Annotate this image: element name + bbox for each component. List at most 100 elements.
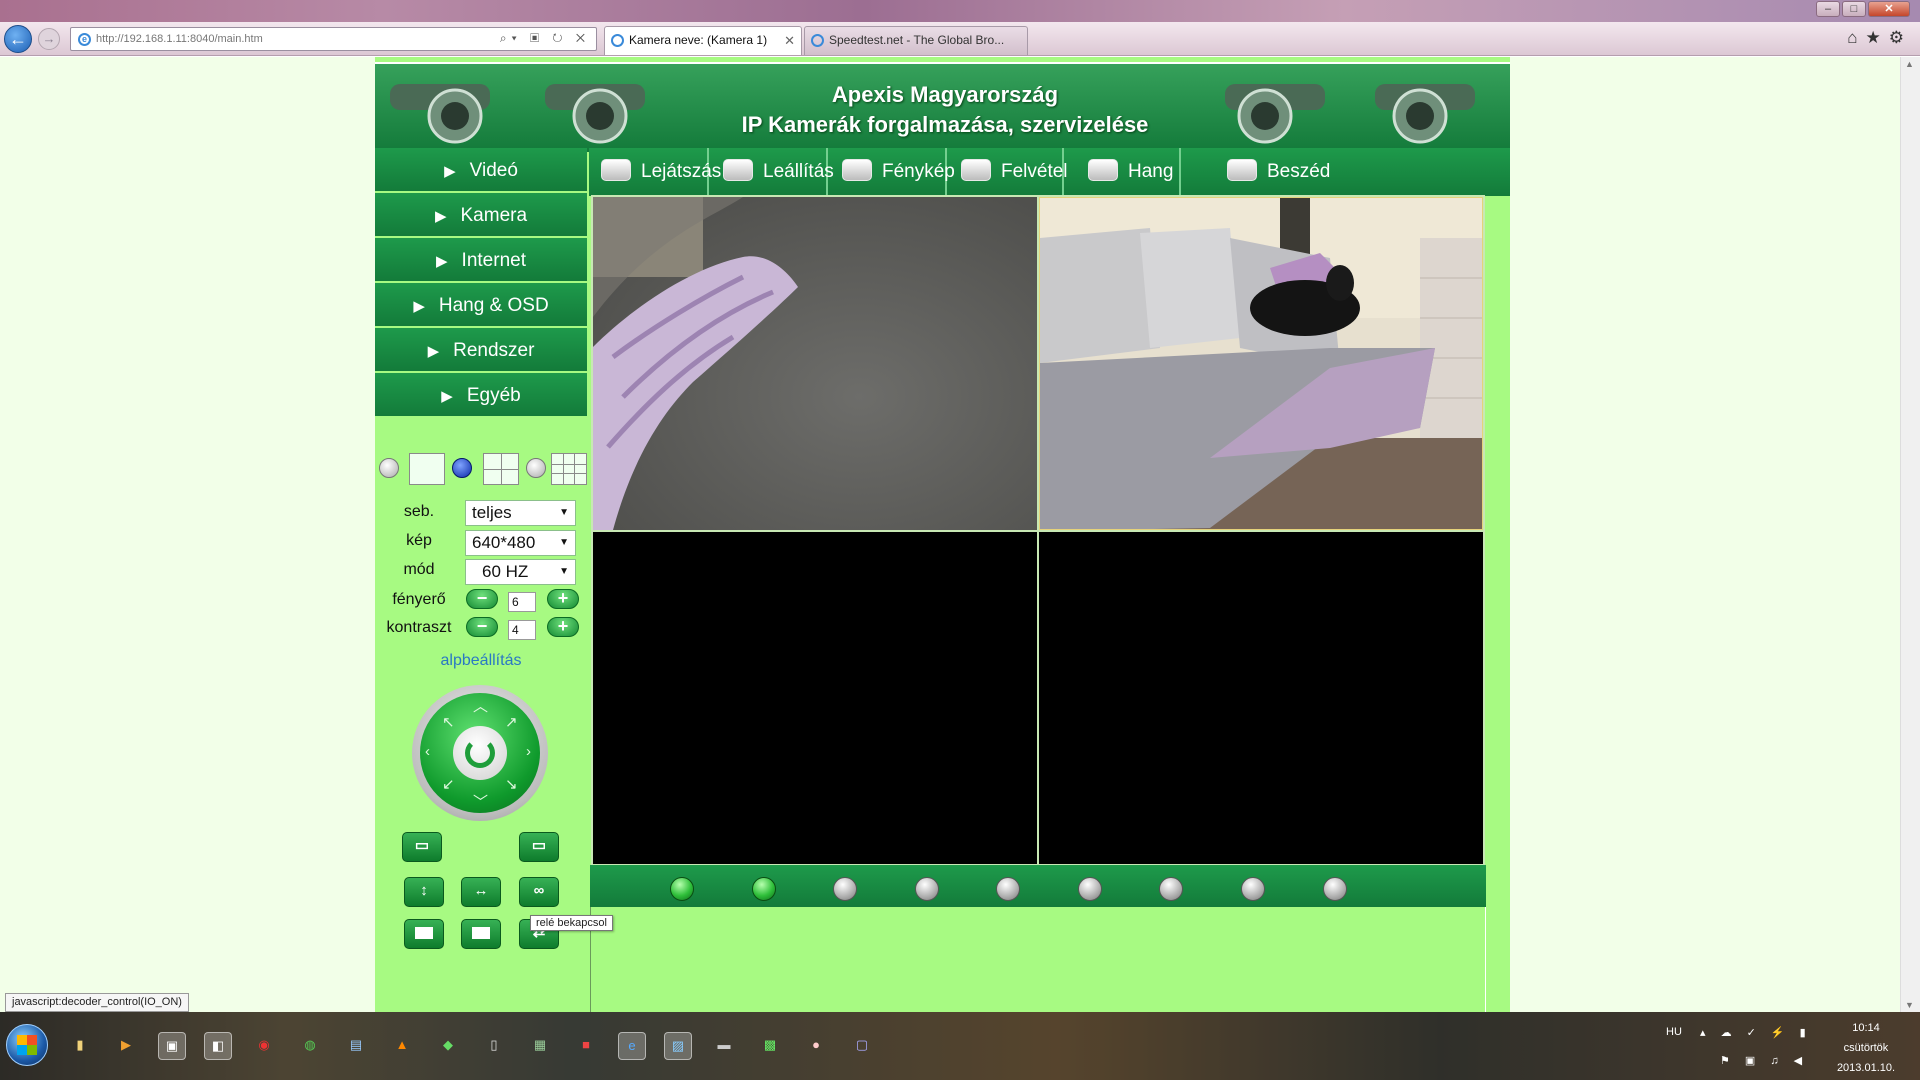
speed-select[interactable]: teljes ▼ (465, 500, 576, 526)
monitor-icon[interactable]: ▤ (342, 1032, 370, 1060)
tab-close-icon[interactable]: ✕ (784, 27, 795, 54)
address-tools[interactable]: ⌕▾ ▣ ↻ ✕ (500, 31, 590, 46)
ptz-control[interactable]: ︿ ﹀ ‹ › ↖ ↗ ↙ ↘ (412, 685, 548, 821)
folder-icon[interactable]: ▮ (66, 1032, 94, 1060)
play-button[interactable]: Lejátszás (589, 148, 721, 196)
channel-dot[interactable] (1159, 877, 1183, 901)
home-icon[interactable]: ⌂ (1847, 28, 1865, 47)
channel-dot[interactable] (1323, 877, 1347, 901)
menu-item-video[interactable]: ▶ Videó (375, 148, 587, 193)
excel-icon[interactable]: ▩ (756, 1032, 784, 1060)
resolution-select[interactable]: 640*480 ▼ (465, 530, 576, 556)
arrow-right-icon[interactable]: › (526, 743, 531, 760)
talk-button[interactable]: Beszéd (1181, 148, 1361, 196)
chrome-icon[interactable]: ◍ (296, 1032, 324, 1060)
ptz-center-button[interactable] (453, 726, 507, 780)
record-button[interactable]: Felvétel (947, 148, 1068, 196)
tray-icons-row2[interactable]: ⚑ ▣ ♫ ◀ (1720, 1054, 1808, 1067)
back-button[interactable]: ← (4, 25, 32, 53)
scroll-up-icon[interactable]: ▲ (1905, 59, 1914, 69)
horizontal-patrol-button[interactable]: ↔ (461, 877, 501, 907)
opera-icon[interactable]: ◉ (250, 1032, 278, 1060)
floppy-icon[interactable]: ▣ (158, 1032, 186, 1060)
channel-dot[interactable] (996, 877, 1020, 901)
close-window-button[interactable]: ✕ (1868, 1, 1910, 17)
document-icon[interactable]: ▯ (480, 1032, 508, 1060)
video-cell-3[interactable] (593, 532, 1037, 864)
app-icon[interactable]: ◧ (204, 1032, 232, 1060)
address-url[interactable]: http://192.168.1.11:8040/main.htm (96, 33, 263, 45)
menu-item-egyeb[interactable]: ▶ Egyéb (375, 373, 587, 418)
tool-icon[interactable]: ▬ (710, 1032, 738, 1060)
arrow-down-right-icon[interactable]: ↘ (505, 775, 518, 793)
clock[interactable]: 10:14 csütörtök 2013.01.10. (1826, 1018, 1906, 1078)
preset-right-button[interactable]: ▭ (519, 832, 559, 862)
network-icon[interactable]: ▦ (526, 1032, 554, 1060)
mode-label: mód (403, 561, 435, 578)
channel-dot[interactable] (1078, 877, 1102, 901)
favorites-star-icon[interactable]: ★ (1866, 28, 1889, 47)
menu-item-kamera[interactable]: ▶ Kamera (375, 193, 587, 238)
brightness-minus-button[interactable]: − (466, 589, 498, 609)
arrow-left-icon[interactable]: ‹ (425, 743, 430, 760)
io-off-button[interactable] (404, 919, 444, 949)
contrast-plus-button[interactable]: + (547, 617, 579, 637)
audio-button[interactable]: Hang (1064, 148, 1181, 196)
scroll-down-icon[interactable]: ▼ (1905, 1000, 1914, 1010)
brightness-value[interactable]: 6 (508, 592, 536, 612)
remote-desktop-icon[interactable]: ▨ (664, 1032, 692, 1060)
internet-explorer-icon[interactable]: e (618, 1032, 646, 1060)
stop-button[interactable]: Leállítás (709, 148, 834, 196)
minimize-button[interactable]: – (1816, 1, 1840, 17)
channel-dot[interactable] (915, 877, 939, 901)
layout-1-radio[interactable] (379, 458, 399, 478)
tab-speedtest[interactable]: Speedtest.net - The Global Bro... (804, 26, 1028, 55)
media-player-icon[interactable]: ▶ (112, 1032, 140, 1060)
tab-kamera[interactable]: Kamera neve: (Kamera 1) ✕ (604, 26, 802, 55)
forward-button[interactable]: → (38, 28, 60, 50)
contrast-minus-button[interactable]: − (466, 617, 498, 637)
vertical-patrol-button[interactable]: ↕ (404, 877, 444, 907)
infinite-patrol-button[interactable]: ∞ (519, 877, 559, 907)
brightness-plus-button[interactable]: + (547, 589, 579, 609)
channel-dot[interactable] (752, 877, 776, 901)
green-app-icon[interactable]: ◆ (434, 1032, 462, 1060)
screen-icon[interactable]: ▢ (848, 1032, 876, 1060)
snapshot-button[interactable]: Fénykép (828, 148, 955, 196)
pdf-icon[interactable]: ■ (572, 1032, 600, 1060)
square-icon (472, 927, 490, 940)
menu-item-internet[interactable]: ▶ Internet (375, 238, 587, 283)
start-button[interactable] (6, 1024, 48, 1066)
clock-time: 10:14 (1852, 1022, 1880, 1034)
arrow-up-icon[interactable]: ︿ (473, 695, 488, 716)
ptz-ring[interactable]: ︿ ﹀ ‹ › ↖ ↗ ↙ ↘ (420, 693, 540, 813)
layout-4-radio[interactable] (452, 458, 472, 478)
default-settings-link[interactable]: alpbeállítás (375, 652, 587, 670)
arrow-down-icon[interactable]: ﹀ (473, 791, 488, 812)
video-cell-1[interactable] (593, 197, 1037, 530)
arrow-up-right-icon[interactable]: ↗ (505, 713, 518, 731)
io-on-button[interactable] (461, 919, 501, 949)
video-cell-4[interactable] (1039, 532, 1483, 864)
menu-item-rendszer[interactable]: ▶ Rendszer (375, 328, 587, 373)
settings-gear-icon[interactable]: ⚙ (1889, 28, 1912, 47)
tray-icons[interactable]: ▴ ☁ ✓ ⚡ ▮ (1700, 1026, 1812, 1039)
arrow-down-left-icon[interactable]: ↙ (442, 775, 455, 793)
contrast-value[interactable]: 4 (508, 620, 536, 640)
menu-item-hang-osd[interactable]: ▶ Hang & OSD (375, 283, 587, 328)
channel-dot[interactable] (1241, 877, 1265, 901)
vlc-icon[interactable]: ▲ (388, 1032, 416, 1060)
address-bar[interactable]: e http://192.168.1.11:8040/main.htm ⌕▾ ▣… (70, 27, 597, 51)
language-indicator[interactable]: HU (1666, 1026, 1682, 1038)
preset-left-button[interactable]: ▭ (402, 832, 442, 862)
image-app-icon[interactable]: ● (802, 1032, 830, 1060)
horizontal-arrows-icon: ↔ (473, 882, 489, 899)
layout-9-radio[interactable] (526, 458, 546, 478)
vertical-scrollbar[interactable]: ▲ ▼ (1900, 57, 1920, 1012)
video-cell-2[interactable] (1039, 197, 1483, 530)
channel-dot[interactable] (670, 877, 694, 901)
arrow-up-left-icon[interactable]: ↖ (442, 713, 455, 731)
mode-select[interactable]: 60 HZ ▼ (465, 559, 576, 585)
channel-dot[interactable] (833, 877, 857, 901)
maximize-button[interactable]: □ (1842, 1, 1866, 17)
